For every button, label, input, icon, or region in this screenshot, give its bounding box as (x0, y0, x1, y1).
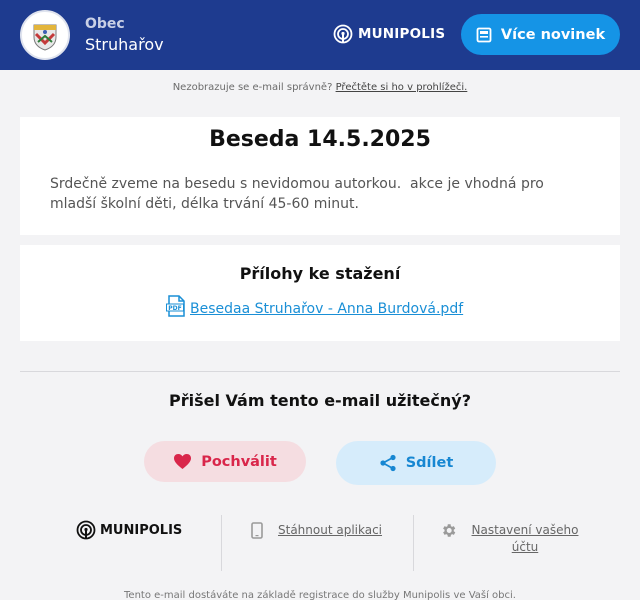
share-button[interactable]: Sdílet (336, 441, 496, 485)
praise-label: Pochválit (201, 453, 277, 470)
attachment-filename: Besedaa Struhařov - Anna Burdová.pdf (190, 301, 464, 317)
footer-munipolis-logo[interactable]: MUNIPOLIS (76, 520, 182, 540)
gear-icon (443, 524, 456, 537)
munipolis-signal-icon (76, 520, 96, 540)
munipolis-wordmark: MUNIPOLIS (358, 26, 446, 42)
praise-button[interactable]: Pochválit (144, 441, 306, 482)
attachments-title: Přílohy ke stažení (239, 264, 401, 283)
share-icon (380, 454, 396, 472)
pdf-file-icon: PDF (166, 295, 185, 317)
more-news-label: Více novinek (500, 26, 606, 43)
more-news-button[interactable]: Více novinek (461, 14, 620, 55)
org-label: Obec (85, 16, 125, 32)
header-bar: Obec Struhařov MUNIPOLIS Více novinek (0, 0, 640, 70)
heart-icon (174, 453, 192, 470)
notice-text: Nezobrazuje se e-mail správně? (172, 82, 333, 93)
feedback-question: Přišel Vám tento e-mail užitečný? (169, 391, 471, 410)
footer-note: Tento e-mail dostáváte na základě regist… (124, 590, 516, 600)
article-body: Srdečně zveme na besedu s nevidomou auto… (50, 176, 549, 212)
article-title: Beseda 14.5.2025 (209, 127, 431, 152)
view-in-browser-notice: Nezobrazuje se e-mail správně? Přečtěte … (0, 82, 640, 93)
share-label: Sdílet (405, 455, 454, 471)
munipolis-logo[interactable]: MUNIPOLIS (333, 24, 445, 44)
footer-munipolis-wordmark: MUNIPOLIS (100, 522, 183, 538)
attachment-link[interactable]: PDF Besedaa Struhařov - Anna Burdová.pdf (166, 295, 463, 317)
section-divider (20, 371, 620, 372)
attachments-card: Přílohy ke stažení PDF Besedaa Struhařov… (20, 245, 620, 341)
svg-text:PDF: PDF (168, 305, 181, 312)
org-name: Struhařov (85, 35, 164, 54)
download-app-link[interactable]: Stáhnout aplikaci (278, 522, 382, 539)
munipolis-signal-icon (333, 24, 353, 44)
footer-separator (221, 515, 222, 571)
footer-separator (413, 515, 414, 571)
smartphone-icon (251, 522, 263, 539)
newspaper-icon (476, 27, 492, 42)
account-settings-link[interactable]: Nastavení vašeho účtu (466, 522, 584, 556)
municipality-crest-logo (20, 10, 70, 60)
view-in-browser-link[interactable]: Přečtěte si ho v prohlížeči. (336, 82, 468, 93)
